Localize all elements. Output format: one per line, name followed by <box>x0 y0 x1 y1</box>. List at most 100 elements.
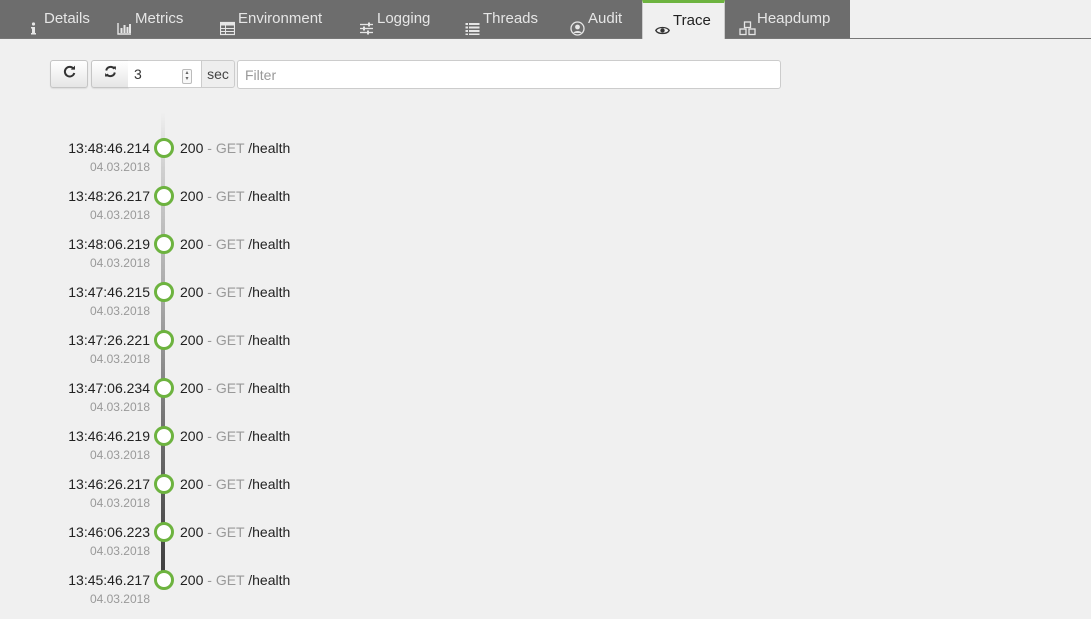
auto-refresh-toggle[interactable] <box>91 60 129 88</box>
trace-time: 13:48:46.214 <box>68 140 150 156</box>
trace-path: /health <box>248 380 291 396</box>
trace-entry[interactable]: 13:45:46.217 04.03.2018 200 - GET /health <box>0 570 400 619</box>
tab-logging-label: Logging <box>377 10 431 27</box>
trace-summary: 200 - GET /health <box>180 139 290 157</box>
trace-summary: 200 - GET /health <box>180 283 290 301</box>
tab-trace[interactable]: Trace <box>642 0 725 39</box>
trace-entry[interactable]: 13:48:06.219 04.03.2018 200 - GET /health <box>0 234 400 283</box>
trace-date: 04.03.2018 <box>89 160 150 174</box>
trace-method: GET <box>215 332 245 348</box>
trace-summary: 200 - GET /health <box>180 235 290 253</box>
tab-details[interactable]: Details <box>26 0 90 38</box>
trace-date: 04.03.2018 <box>89 208 150 222</box>
tab-heapdump[interactable]: Heapdump <box>739 0 830 38</box>
trace-time: 13:47:06.234 <box>68 380 150 396</box>
interval-spinner[interactable]: ▴ ▾ <box>182 69 192 84</box>
trace-entry[interactable]: 13:47:06.234 04.03.2018 200 - GET /health <box>0 378 400 427</box>
timeline-dot <box>154 330 174 350</box>
timeline-dot <box>154 282 174 302</box>
filter-placeholder: Filter <box>245 66 277 83</box>
timeline-dot <box>154 426 174 446</box>
interval-input[interactable]: 3 ▴ ▾ <box>128 60 202 88</box>
trace-path: /health <box>248 140 291 156</box>
tab-audit-label: Audit <box>588 10 623 27</box>
eye-icon <box>655 14 670 34</box>
trace-status: 200 <box>180 140 204 156</box>
tab-threads[interactable]: Threads <box>465 0 538 38</box>
timeline-dot <box>154 522 174 542</box>
trace-separator: - <box>203 524 216 540</box>
trace-entry[interactable]: 13:46:46.219 04.03.2018 200 - GET /health <box>0 426 400 475</box>
trace-separator: - <box>203 428 216 444</box>
tab-trace-label: Trace <box>673 12 711 29</box>
trace-method: GET <box>215 476 245 492</box>
trace-status: 200 <box>180 476 204 492</box>
timeline-dot <box>154 474 174 494</box>
trace-summary: 200 - GET /health <box>180 331 290 349</box>
trace-status: 200 <box>180 332 204 348</box>
trace-date: 04.03.2018 <box>89 448 150 462</box>
trace-time: 13:45:46.217 <box>68 572 150 588</box>
trace-time: 13:46:26.217 <box>68 476 150 492</box>
list-icon <box>465 12 480 35</box>
trace-summary: 200 - GET /health <box>180 187 290 205</box>
tab-threads-label: Threads <box>483 10 539 27</box>
sync-icon <box>104 65 117 83</box>
trace-path: /health <box>248 476 291 492</box>
trace-date: 04.03.2018 <box>89 256 150 270</box>
trace-time: 13:46:06.223 <box>68 524 150 540</box>
trace-entry[interactable]: 13:46:06.223 04.03.2018 200 - GET /health <box>0 522 400 571</box>
trace-separator: - <box>203 572 216 588</box>
timeline-dot <box>154 570 174 590</box>
trace-summary: 200 - GET /health <box>180 427 290 445</box>
trace-separator: - <box>203 380 216 396</box>
trace-separator: - <box>203 236 216 252</box>
timeline-dot <box>154 186 174 206</box>
trace-summary: 200 - GET /health <box>180 571 290 589</box>
trace-status: 200 <box>180 428 204 444</box>
trace-summary: 200 - GET /health <box>180 379 290 397</box>
trace-entry[interactable]: 13:47:46.215 04.03.2018 200 - GET /health <box>0 282 400 331</box>
trace-entry[interactable]: 13:48:26.217 04.03.2018 200 - GET /health <box>0 186 400 235</box>
trace-separator: - <box>203 284 216 300</box>
trace-method: GET <box>215 236 245 252</box>
trace-method: GET <box>215 380 245 396</box>
trace-time: 13:46:46.219 <box>68 428 150 444</box>
trace-path: /health <box>248 572 291 588</box>
tab-heapdump-label: Heapdump <box>757 10 831 27</box>
trace-date: 04.03.2018 <box>89 400 150 414</box>
trace-path: /health <box>248 188 291 204</box>
trace-status: 200 <box>180 380 204 396</box>
cubes-icon <box>739 12 756 35</box>
timeline-dot <box>154 378 174 398</box>
trace-entry[interactable]: 13:47:26.221 04.03.2018 200 - GET /health <box>0 330 400 379</box>
tab-audit[interactable]: Audit <box>570 0 622 38</box>
refresh-icon <box>63 65 76 83</box>
trace-entry[interactable]: 13:48:46.214 04.03.2018 200 - GET /health <box>0 138 400 187</box>
trace-status: 200 <box>180 236 204 252</box>
trace-date: 04.03.2018 <box>89 496 150 510</box>
tab-metrics-label: Metrics <box>135 10 184 27</box>
trace-separator: - <box>203 188 216 204</box>
trace-time: 13:47:46.215 <box>68 284 150 300</box>
user-circle-icon <box>570 12 585 36</box>
trace-date: 04.03.2018 <box>89 592 150 606</box>
trace-path: /health <box>248 428 291 444</box>
bar-chart-icon <box>117 12 132 35</box>
trace-time: 13:48:06.219 <box>68 236 150 252</box>
trace-entry[interactable]: 13:46:26.217 04.03.2018 200 - GET /health <box>0 474 400 523</box>
trace-separator: - <box>203 476 216 492</box>
tab-bar: Details Metrics Environment Logging Thre… <box>0 0 1091 39</box>
tab-logging[interactable]: Logging <box>359 0 430 38</box>
trace-time: 13:48:26.217 <box>68 188 150 204</box>
tab-environment[interactable]: Environment <box>219 0 322 38</box>
filter-input[interactable]: Filter <box>237 60 781 89</box>
timeline-dot <box>154 138 174 158</box>
trace-separator: - <box>203 140 216 156</box>
refresh-button[interactable] <box>50 60 88 88</box>
tab-metrics[interactable]: Metrics <box>117 0 183 38</box>
trace-method: GET <box>215 284 245 300</box>
interval-value: 3 <box>134 66 142 82</box>
trace-status: 200 <box>180 572 204 588</box>
trace-status: 200 <box>180 284 204 300</box>
